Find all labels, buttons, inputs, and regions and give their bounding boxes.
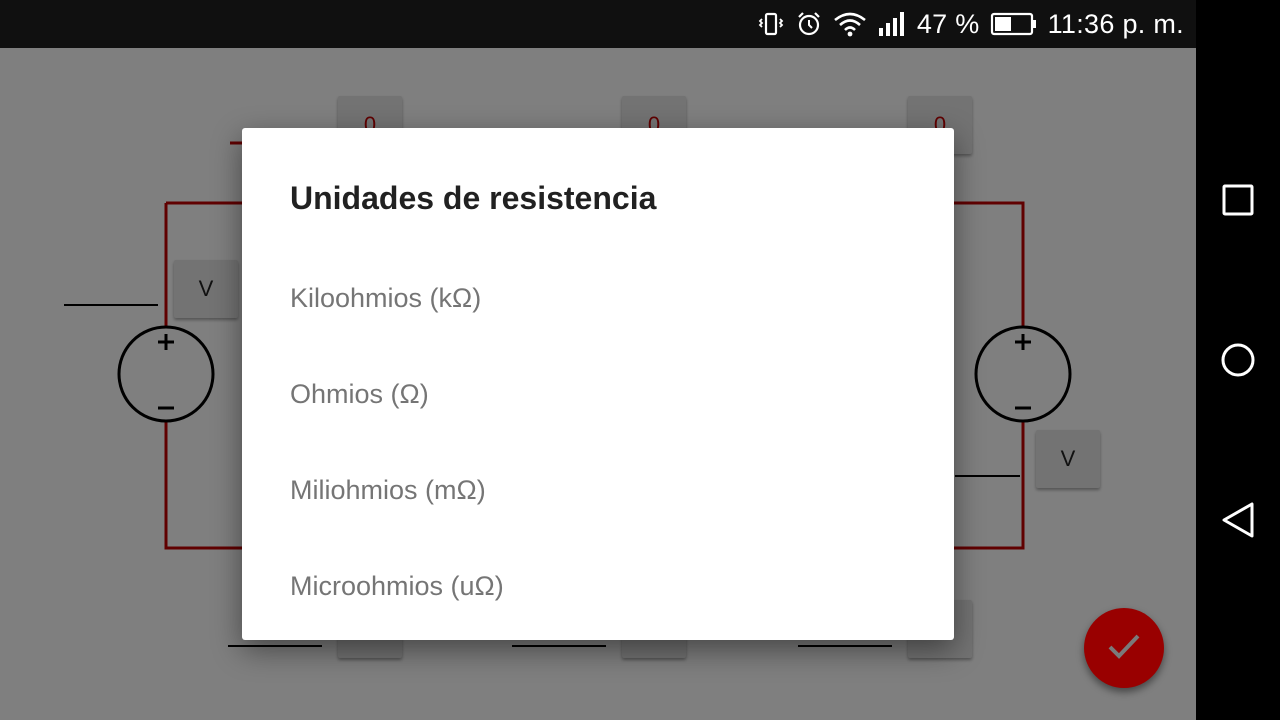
check-icon bbox=[1104, 626, 1144, 671]
wifi-icon bbox=[833, 10, 867, 38]
option-milliohms[interactable]: Miliohmios (mΩ) bbox=[242, 442, 954, 538]
option-microohms[interactable]: Microohmios (uΩ) bbox=[242, 538, 954, 634]
alarm-icon bbox=[795, 10, 823, 38]
recent-apps-icon bbox=[1216, 178, 1260, 222]
option-label: Miliohmios (mΩ) bbox=[290, 474, 486, 505]
resistance-units-dialog: Unidades de resistencia Kiloohmios (kΩ) … bbox=[242, 128, 954, 640]
clock: 11:36 p. m. bbox=[1047, 8, 1184, 39]
status-icons: 47 % 11:36 p. m. bbox=[757, 0, 1184, 48]
recent-apps-button[interactable] bbox=[1216, 178, 1260, 222]
dialog-title: Unidades de resistencia bbox=[290, 180, 657, 216]
option-label: Microohmios (uΩ) bbox=[290, 570, 504, 601]
back-icon bbox=[1216, 498, 1260, 542]
battery-icon bbox=[990, 10, 1038, 38]
option-label: Kiloohmios (kΩ) bbox=[290, 282, 482, 313]
option-label: Ohmios (Ω) bbox=[290, 378, 429, 409]
status-bar: 47 % 11:36 p. m. bbox=[0, 0, 1196, 48]
option-kiloohms[interactable]: Kiloohmios (kΩ) bbox=[242, 250, 954, 346]
battery-percent: 47 % bbox=[916, 8, 980, 39]
back-button[interactable] bbox=[1216, 498, 1260, 542]
option-ohms[interactable]: Ohmios (Ω) bbox=[242, 346, 954, 442]
home-button[interactable] bbox=[1216, 338, 1260, 382]
home-icon bbox=[1216, 338, 1260, 382]
navigation-bar bbox=[1196, 0, 1280, 720]
signal-icon bbox=[877, 10, 907, 38]
confirm-fab-button[interactable] bbox=[1084, 608, 1164, 688]
vibrate-icon bbox=[757, 10, 785, 38]
